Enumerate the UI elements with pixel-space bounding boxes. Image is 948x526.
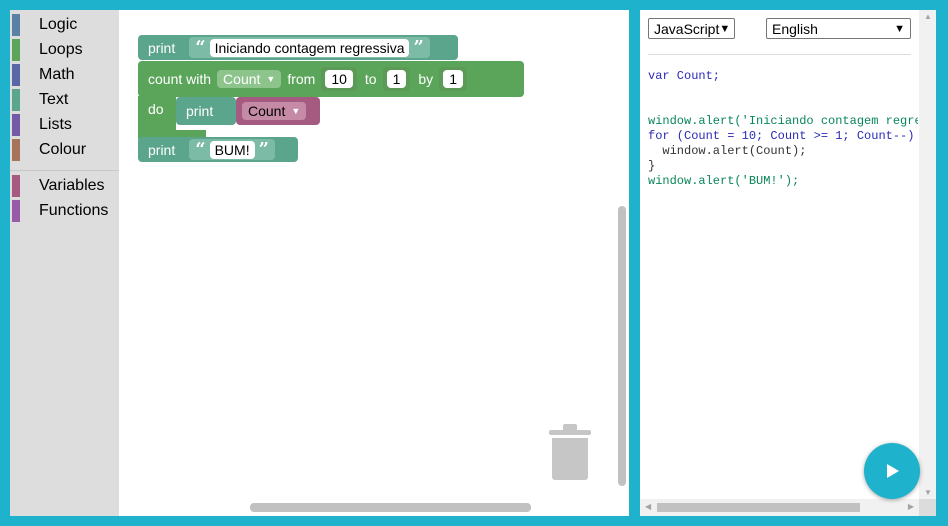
- code-vertical-scrollbar[interactable]: ▲ ▼: [919, 10, 936, 499]
- inner-print-block[interactable]: print: [176, 97, 236, 125]
- category-label: Logic: [39, 16, 78, 33]
- scroll-left-icon[interactable]: ◀: [645, 502, 651, 511]
- category-text[interactable]: Text: [10, 88, 119, 112]
- loop-variable-name: Count: [223, 71, 261, 87]
- category-colour[interactable]: Colour: [10, 138, 119, 162]
- locale-value: English: [772, 20, 818, 37]
- by-slot: 1: [439, 67, 467, 91]
- run-button[interactable]: [864, 443, 920, 499]
- category-logic[interactable]: Logic: [10, 13, 119, 37]
- loop-variable-dropdown[interactable]: Count ▼: [217, 70, 282, 88]
- code-line: var Count;: [648, 69, 721, 83]
- category-color: [12, 89, 20, 111]
- locale-select[interactable]: English ▼: [766, 18, 911, 39]
- category-variables[interactable]: Variables: [10, 174, 119, 198]
- category-math[interactable]: Math: [10, 63, 119, 87]
- chevron-down-icon: ▼: [291, 106, 301, 116]
- scroll-right-icon[interactable]: ▶: [908, 502, 914, 511]
- category-color: [12, 200, 20, 222]
- category-label: Lists: [39, 116, 72, 133]
- count-with-label: count with: [148, 71, 212, 87]
- close-quote: ”: [413, 37, 424, 58]
- text-field[interactable]: BUM!: [209, 140, 255, 159]
- category-color: [12, 114, 20, 136]
- category-loops[interactable]: Loops: [10, 38, 119, 62]
- to-number-field[interactable]: 1: [386, 70, 407, 88]
- category-label: Text: [39, 91, 69, 108]
- open-quote: “: [195, 139, 206, 160]
- text-block[interactable]: “ Iniciando contagem regressiva ”: [189, 37, 430, 58]
- language-value: JavaScript: [654, 20, 720, 37]
- language-select[interactable]: JavaScript ▼: [648, 18, 735, 39]
- scrollbar-corner: [919, 499, 936, 516]
- close-quote: ”: [258, 139, 269, 160]
- play-icon: [887, 464, 899, 478]
- scroll-up-icon[interactable]: ▲: [924, 12, 932, 21]
- divider: [648, 54, 911, 55]
- category-label: Colour: [39, 141, 87, 158]
- scroll-thumb[interactable]: [657, 503, 860, 512]
- category-color: [12, 14, 20, 36]
- variable-name: Count: [248, 103, 286, 119]
- chevron-down-icon: ▼: [719, 22, 731, 35]
- print-keyword: print: [148, 39, 176, 56]
- to-slot: 1: [382, 67, 411, 91]
- category-lists[interactable]: Lists: [10, 113, 119, 137]
- category-color: [12, 175, 20, 197]
- code-horizontal-scrollbar[interactable]: ◀ ▶: [640, 499, 919, 516]
- toolbox-separator: [10, 170, 119, 171]
- code-line: window.alert(Count);: [648, 144, 807, 158]
- to-label: to: [364, 71, 377, 87]
- blockly-editor: Logic Loops Math Text Lists Colour Varia…: [10, 10, 629, 516]
- code-line: window.alert('Iniciando contagem regress…: [648, 114, 918, 128]
- code-line: window.alert('BUM!');: [648, 174, 800, 188]
- toolbox: Logic Loops Math Text Lists Colour Varia…: [10, 10, 119, 516]
- category-color: [12, 39, 20, 61]
- variable-dropdown[interactable]: Count ▼: [242, 102, 307, 120]
- code-line: for (Count = 10; Count >= 1; Count--) {: [648, 129, 918, 143]
- code-line: }: [648, 159, 656, 173]
- generated-code[interactable]: var Count; window.alert('Iniciando conta…: [648, 69, 918, 189]
- variable-get-block[interactable]: Count ▼: [236, 97, 320, 125]
- category-label: Loops: [39, 41, 83, 58]
- trash-icon[interactable]: [549, 424, 591, 480]
- chevron-down-icon: ▼: [266, 74, 276, 84]
- category-label: Variables: [39, 177, 105, 194]
- category-color: [12, 139, 20, 161]
- text-field[interactable]: Iniciando contagem regressiva: [209, 38, 410, 57]
- category-functions[interactable]: Functions: [10, 199, 119, 223]
- category-label: Math: [39, 66, 75, 83]
- print-block[interactable]: print “ Iniciando contagem regressiva ”: [138, 35, 458, 60]
- from-number-field[interactable]: 10: [325, 70, 353, 88]
- open-quote: “: [195, 37, 206, 58]
- chevron-down-icon: ▼: [894, 22, 905, 35]
- category-color: [12, 64, 20, 86]
- by-number-field[interactable]: 1: [443, 70, 463, 88]
- print-keyword: print: [186, 103, 214, 119]
- category-label: Functions: [39, 202, 109, 219]
- text-block[interactable]: “ BUM! ”: [189, 139, 275, 160]
- from-label: from: [287, 71, 316, 87]
- scroll-down-icon[interactable]: ▼: [924, 488, 932, 497]
- workspace-horizontal-scrollbar[interactable]: [250, 503, 531, 512]
- code-panel: JavaScript ▼ English ▼ var Count; window…: [640, 10, 936, 516]
- workspace-vertical-scrollbar[interactable]: [618, 206, 626, 486]
- by-label: by: [418, 71, 434, 87]
- do-label: do: [148, 101, 164, 117]
- print-keyword: print: [148, 141, 176, 158]
- from-slot: 10: [321, 67, 357, 91]
- count-with-block[interactable]: count with Count ▼ from 10 to 1 by 1: [138, 61, 524, 97]
- print-block-2[interactable]: print “ BUM! ”: [138, 137, 298, 162]
